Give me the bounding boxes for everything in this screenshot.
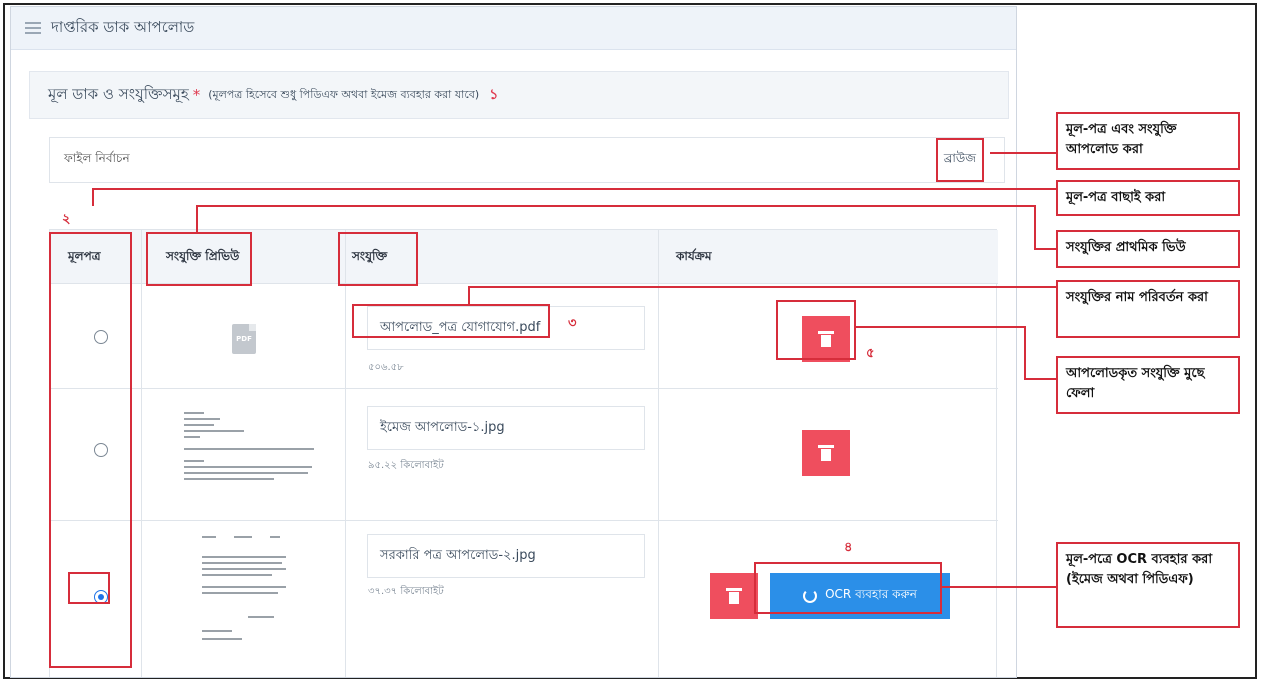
delete-button-2[interactable] — [802, 430, 850, 476]
annotation-number-4: ৪ — [844, 540, 853, 555]
highlight-filename — [352, 304, 550, 338]
browse-button[interactable]: ব্রাউজ — [935, 138, 984, 182]
callout-choose-main: মূল-পত্র বাছাই করা — [1056, 180, 1240, 216]
header-action: কার্যক্রম — [676, 249, 712, 263]
annotation-number-1: ১ — [489, 87, 499, 103]
delete-button-3[interactable] — [710, 573, 758, 619]
trash-icon — [726, 588, 742, 604]
callout-delete: আপলোডকৃত সংযুক্তি মুছে ফেলা — [1056, 356, 1240, 414]
required-marker: * — [192, 86, 201, 104]
file-select-input[interactable]: ফাইল নির্বাচন ব্রাউজ — [49, 137, 1005, 183]
pdf-icon: PDF — [232, 324, 256, 354]
file-select-placeholder: ফাইল নির্বাচন — [64, 151, 130, 165]
annotation-number-3: ৩ — [568, 316, 577, 331]
attachment-name-input-3[interactable]: সরকারি পত্র আপলোড-২.jpg — [367, 534, 645, 578]
attachment-name-input-2[interactable]: ইমেজ আপলোড-১.jpg — [367, 406, 645, 450]
annotation-number-2: ২ — [62, 212, 71, 227]
attachment-size-2: ৯৫.২২ কিলোবাইট — [368, 460, 444, 471]
callout-preview: সংযুক্তির প্রাথমিক ভিউ — [1056, 230, 1240, 268]
panel-header: দাপ্তরিক ডাক আপলোড — [11, 7, 1016, 50]
highlight-ocr-button — [754, 562, 942, 614]
callout-rename: সংযুক্তির নাম পরিবর্তন করা — [1056, 280, 1240, 338]
attachment-size-3: ৩৭.৩৭ কিলোবাইট — [368, 586, 444, 597]
trash-icon — [818, 445, 834, 461]
attachment-size-1: ৫০৬.৫৮ — [368, 362, 404, 373]
attachments-section-header: মূল ডাক ও সংযুক্তিসমূহ * (মূলপত্র হিসেবে… — [29, 71, 1009, 119]
document-thumbnail-2 — [194, 530, 294, 656]
document-thumbnail-1 — [176, 408, 316, 500]
highlight-delete-button — [776, 300, 856, 360]
callout-upload: মূল-পত্র এবং সংযুক্তি আপলোড করা — [1056, 112, 1240, 170]
section-label: মূল ডাক ও সংযুক্তিসমূহ — [48, 84, 189, 103]
callout-ocr: মূল-পত্রে OCR ব্যবহার করা (ইমেজ অথবা পিড… — [1056, 542, 1240, 628]
section-note: (মূলপত্র হিসেবে শুধু পিডিএফ অথবা ইমেজ ব্… — [208, 87, 480, 101]
highlight-attachment-header — [338, 232, 418, 286]
highlight-preview-header — [146, 232, 252, 286]
highlight-selected-radio — [68, 572, 110, 604]
annotation-number-5: ৫ — [866, 346, 875, 361]
panel-title: দাপ্তরিক ডাক আপলোড — [51, 17, 195, 36]
list-icon — [25, 22, 41, 34]
